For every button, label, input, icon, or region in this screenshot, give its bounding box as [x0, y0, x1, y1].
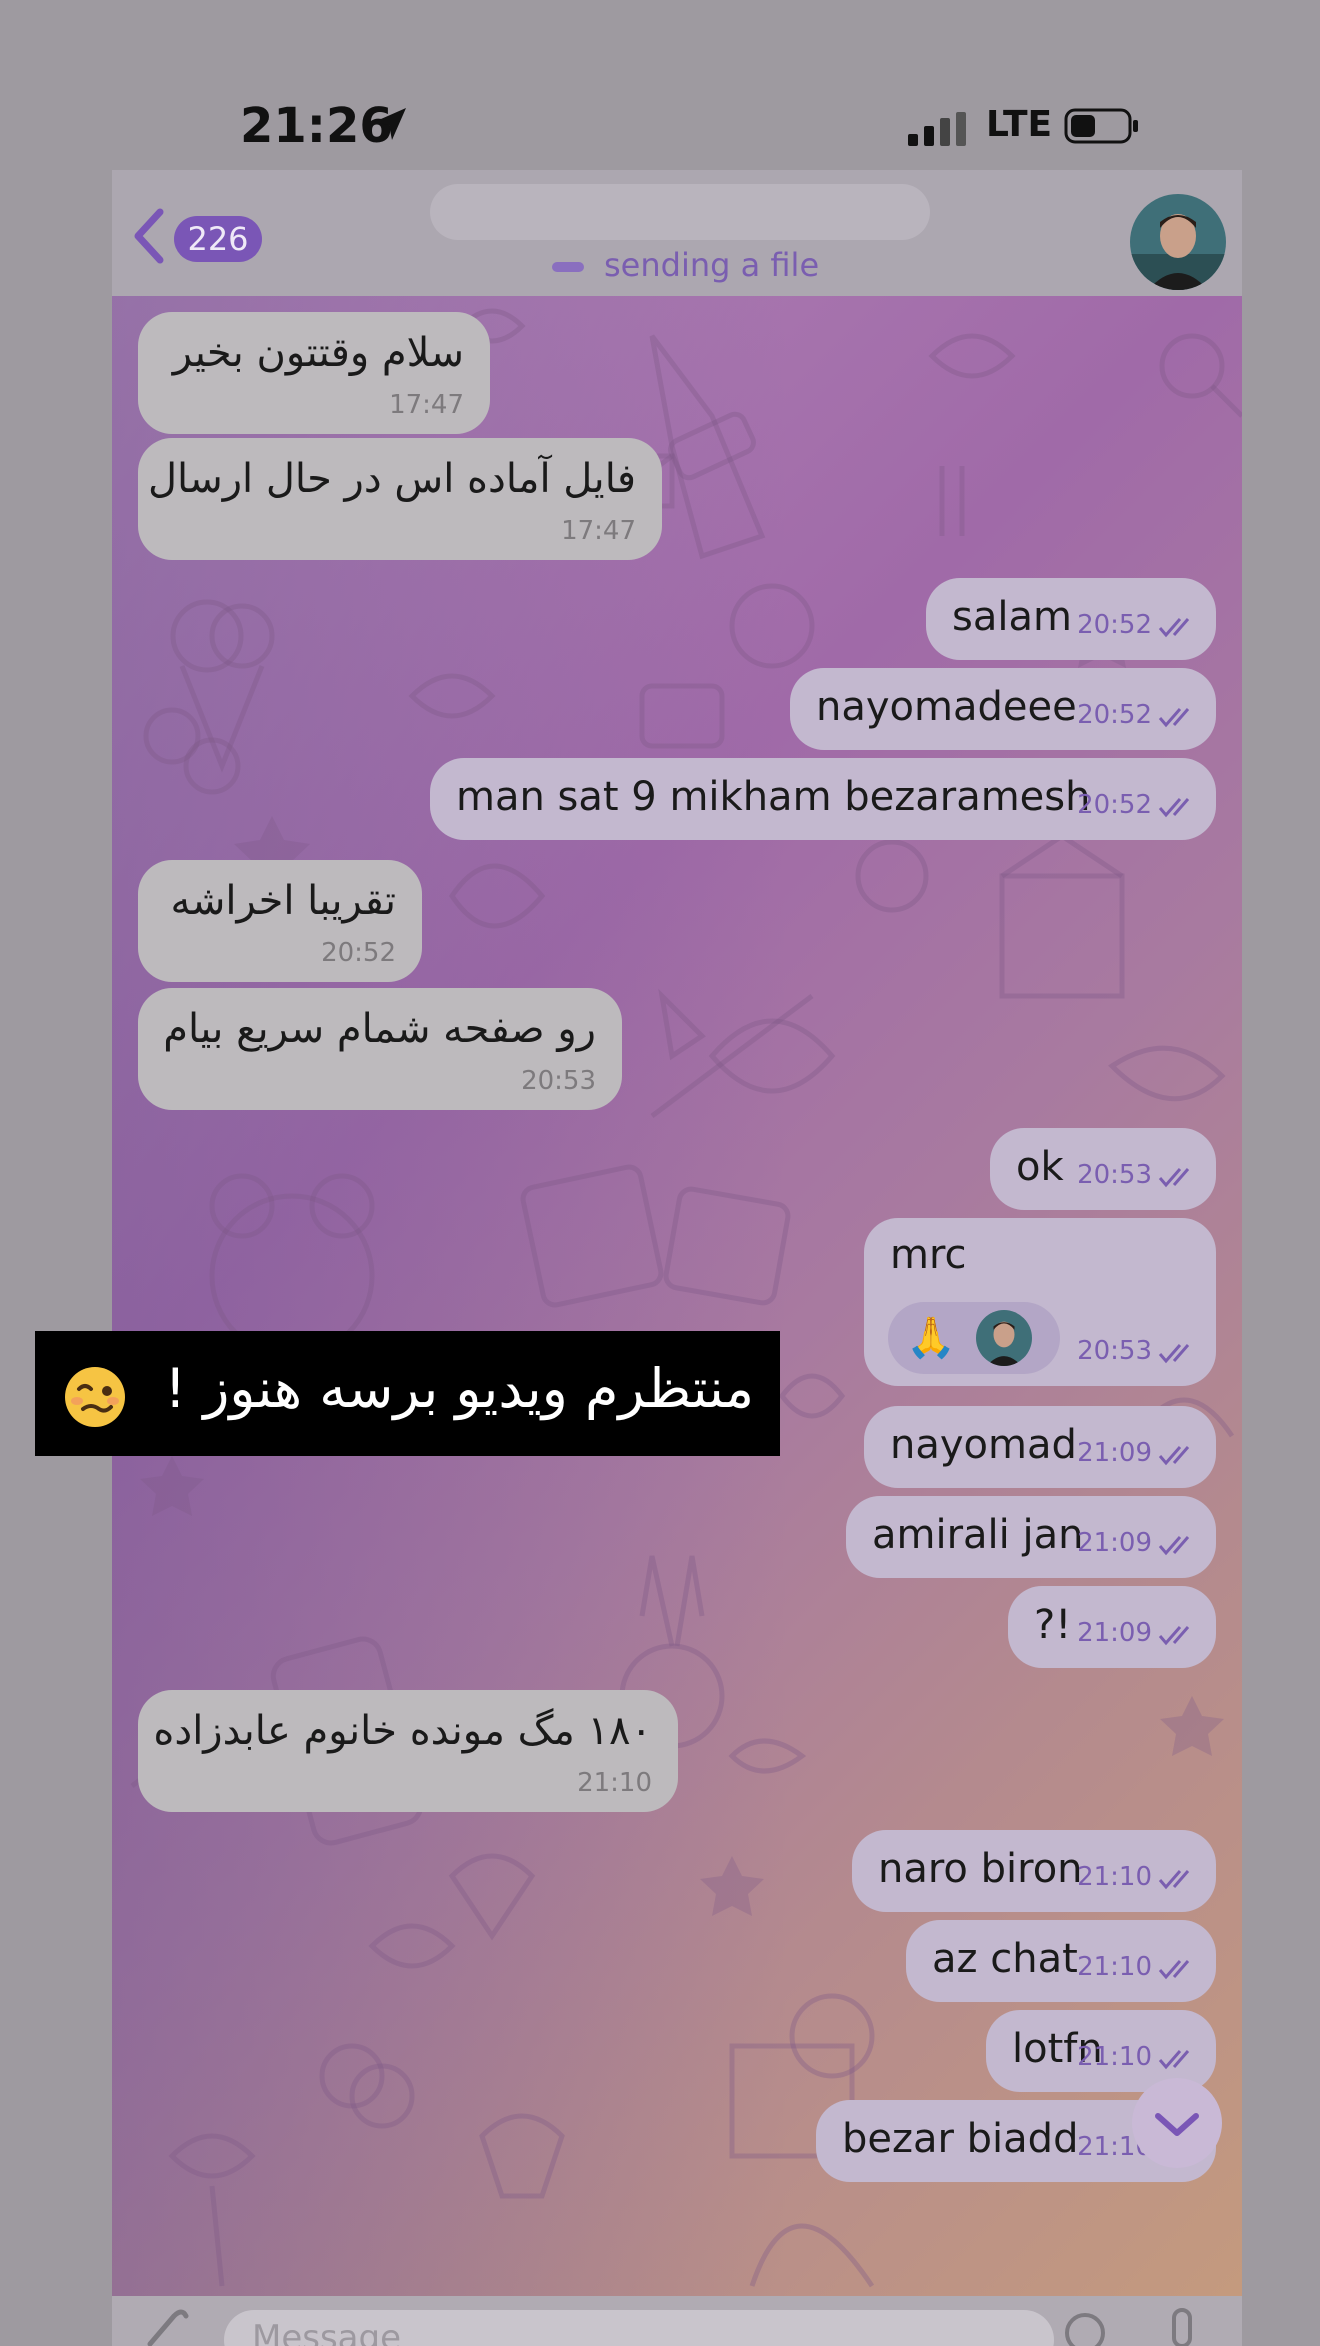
- read-receipt-icon: [1158, 1960, 1190, 1980]
- message-time: 17:47: [561, 516, 636, 546]
- outgoing-message[interactable]: mrc 20:53 🙏: [864, 1218, 1216, 1386]
- message-time: 20:52: [1077, 700, 1152, 730]
- message-text: az chat: [932, 1936, 1078, 1982]
- read-receipt-icon: [1158, 1870, 1190, 1890]
- message-time: 21:10: [1077, 1952, 1152, 1982]
- message-time: 20:53: [1077, 1160, 1152, 1190]
- message-text: ۱۸۰ مگ مونده خانوم عابدزاده: [153, 1708, 652, 1754]
- message-time: 21:10: [1077, 1862, 1152, 1892]
- folded-hands-emoji: 🙏: [906, 1315, 956, 1361]
- message-text: amirali jan: [872, 1512, 1084, 1558]
- incoming-message[interactable]: سلام وقتتون بخیر 17:47: [138, 312, 490, 434]
- signal-icon: [908, 112, 966, 146]
- message-text: رو صفحه شمام سریع بیام: [163, 1006, 596, 1052]
- outgoing-message[interactable]: nayomad 21:09: [864, 1406, 1216, 1488]
- outgoing-message[interactable]: az chat 21:10: [906, 1920, 1216, 2002]
- outgoing-message[interactable]: man sat 9 mikham bezaramesh 20:52: [430, 758, 1216, 840]
- message-input-placeholder: Message: [252, 2318, 402, 2346]
- read-receipt-icon: [1158, 618, 1190, 638]
- composer-bar: Message: [112, 2296, 1242, 2346]
- scroll-down-button[interactable]: [1132, 2078, 1222, 2168]
- outgoing-message[interactable]: amirali jan 21:09: [846, 1496, 1216, 1578]
- message-text: فایل آماده اس در حال ارسال: [147, 456, 636, 502]
- message-text: man sat 9 mikham bezaramesh: [456, 774, 1091, 820]
- read-receipt-icon: [1158, 708, 1190, 728]
- message-text: naro biron: [878, 1846, 1083, 1892]
- story-caption-overlay: منتظرم ویدیو برسه هنوز !: [35, 1331, 780, 1456]
- back-chevron-icon[interactable]: [130, 206, 166, 266]
- battery-icon: [1064, 108, 1138, 144]
- message-time: 20:52: [321, 938, 396, 968]
- microphone-icon[interactable]: [1162, 2306, 1202, 2346]
- sticker-icon[interactable]: [1060, 2308, 1110, 2346]
- message-text: salam: [952, 594, 1072, 640]
- message-text: ?!: [1034, 1602, 1072, 1648]
- chat-screen: 226 sending a file سلام وقتتون بخیر 17:4…: [112, 170, 1242, 2346]
- message-time: 21:09: [1077, 1438, 1152, 1468]
- message-text: تقریبا اخراشه: [170, 878, 396, 924]
- message-reaction[interactable]: 🙏: [888, 1302, 1060, 1374]
- message-text: ok: [1016, 1144, 1064, 1190]
- message-time: 20:52: [1077, 790, 1152, 820]
- message-time: 20:53: [521, 1066, 596, 1096]
- read-receipt-icon: [1158, 1536, 1190, 1556]
- typing-indicator-icon: [552, 262, 584, 272]
- read-receipt-icon: [1158, 2050, 1190, 2070]
- attachment-icon[interactable]: [140, 2306, 190, 2346]
- message-text: سلام وقتتون بخیر: [172, 330, 464, 376]
- read-receipt-icon: [1158, 1344, 1190, 1364]
- outgoing-message[interactable]: naro biron 21:10: [852, 1830, 1216, 1912]
- read-receipt-icon: [1158, 1168, 1190, 1188]
- message-text: bezar biadd: [842, 2116, 1079, 2162]
- message-text: mrc: [890, 1232, 967, 1278]
- contact-avatar[interactable]: [1130, 194, 1226, 290]
- incoming-message[interactable]: فایل آماده اس در حال ارسال 17:47: [138, 438, 662, 560]
- message-time: 17:47: [389, 390, 464, 420]
- unread-badge[interactable]: 226: [174, 216, 262, 262]
- read-receipt-icon: [1158, 1446, 1190, 1466]
- outgoing-message[interactable]: salam 20:52: [926, 578, 1216, 660]
- incoming-message[interactable]: رو صفحه شمام سریع بیام 20:53: [138, 988, 622, 1110]
- message-time: 21:09: [1077, 1618, 1152, 1648]
- chat-header: 226 sending a file: [112, 170, 1242, 296]
- outgoing-message[interactable]: ok 20:53: [990, 1128, 1216, 1210]
- message-time: 21:09: [1077, 1528, 1152, 1558]
- reactor-avatar: [976, 1310, 1032, 1366]
- typing-status: sending a file: [604, 246, 820, 284]
- contact-name[interactable]: [430, 184, 930, 240]
- read-receipt-icon: [1158, 1626, 1190, 1646]
- network-type: LTE: [986, 104, 1053, 145]
- message-text: nayomad: [890, 1422, 1077, 1468]
- chevron-down-icon: [1155, 2113, 1199, 2136]
- outgoing-message[interactable]: nayomadeee 20:52: [790, 668, 1216, 750]
- message-text: nayomadeee: [816, 684, 1077, 730]
- location-arrow-icon: [374, 108, 406, 140]
- incoming-message[interactable]: تقریبا اخراشه 20:52: [138, 860, 422, 982]
- message-time: 20:52: [1077, 610, 1152, 640]
- message-time: 21:10: [1077, 2042, 1152, 2072]
- status-bar: 21:26 LTE: [0, 0, 1320, 170]
- outgoing-message[interactable]: ?! 21:09: [1008, 1586, 1216, 1668]
- message-list[interactable]: سلام وقتتون بخیر 17:47 فایل آماده اس در حا…: [112, 296, 1242, 2296]
- overlay-caption-text: منتظرم ویدیو برسه هنوز !: [164, 1357, 755, 1420]
- read-receipt-icon: [1158, 798, 1190, 818]
- incoming-message[interactable]: ۱۸۰ مگ مونده خانوم عابدزاده 21:10: [138, 1690, 678, 1812]
- woozy-face-icon: [65, 1367, 125, 1427]
- message-time: 21:10: [577, 1768, 652, 1798]
- message-time: 20:53: [1077, 1336, 1152, 1366]
